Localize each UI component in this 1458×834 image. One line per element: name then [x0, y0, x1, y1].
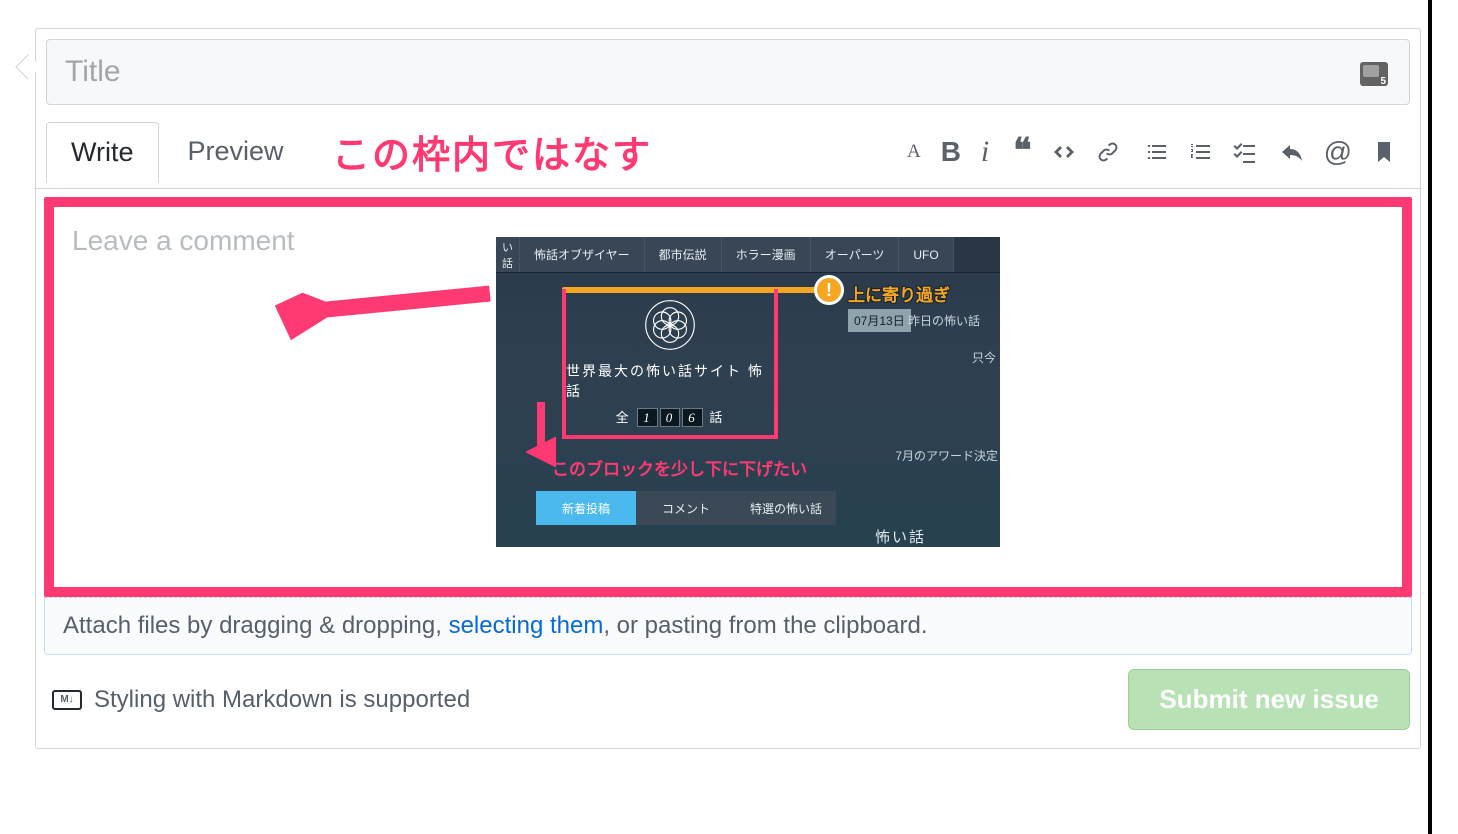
mention-icon[interactable]: @ [1324, 136, 1352, 168]
title-row [36, 29, 1420, 115]
select-files-link[interactable]: selecting them [449, 612, 604, 639]
attach-text-post: , or pasting from the clipboard. [603, 612, 927, 639]
toolbar: A B i ❝ @ [907, 135, 1396, 169]
markdown-icon: M↓ [52, 690, 82, 710]
warning-badge-icon: ! [814, 275, 844, 305]
tabs-bar: Write Preview この枠内ではなす A B i ❝ @ [36, 115, 1420, 189]
attach-text-pre: Attach files by dragging & dropping, [63, 612, 449, 639]
unordered-list-icon[interactable] [1144, 140, 1168, 164]
embedded-footer-label: 怖い話 [875, 526, 926, 547]
title-input[interactable] [46, 39, 1410, 105]
orange-label: 上に寄り過ぎ [848, 281, 950, 306]
tab-write[interactable]: Write [46, 122, 159, 183]
italic-icon[interactable]: i [981, 135, 989, 169]
center-block: 世界最大の怖い話サイト 怖話 全 106 話 [562, 289, 778, 439]
date-text: 昨日の怖い話 [908, 312, 980, 329]
tab-preview[interactable]: Preview [163, 121, 309, 182]
embedded-nav: い話 怖話オブザイヤー 都市伝説 ホラー漫画 オーパーツ UFO [496, 237, 1000, 273]
embedded-tab: コメント [636, 491, 736, 525]
code-icon[interactable] [1052, 140, 1076, 164]
markdown-text: Styling with Markdown is supported [94, 686, 470, 714]
embedded-tab: 特選の怖い話 [736, 491, 836, 525]
link-icon[interactable] [1096, 140, 1120, 164]
bookmark-icon[interactable] [1372, 140, 1396, 164]
bottom-row: M↓ Styling with Markdown is supported Su… [36, 655, 1420, 748]
annotation-top: この枠内ではなす [332, 124, 652, 179]
pink-caption: このブロックを少し下に下げたい [552, 455, 807, 480]
markdown-note[interactable]: M↓ Styling with Markdown is supported [46, 686, 470, 714]
task-list-icon[interactable] [1232, 140, 1256, 164]
nav-chip: 都市伝説 [645, 237, 722, 272]
extension-icon[interactable] [1360, 62, 1388, 86]
nav-chip: UFO [899, 237, 953, 272]
quote-icon[interactable]: ❝ [1013, 143, 1031, 160]
embedded-tab: 新着投稿 [536, 491, 636, 525]
right-note: 7月のアワード決定 [895, 447, 998, 464]
ordered-list-icon[interactable] [1188, 140, 1212, 164]
nav-chip: 怖話オブザイヤー [520, 237, 645, 272]
embedded-site-title: 世界最大の怖い話サイト 怖話 [566, 361, 774, 401]
embedded-bottom-tabs: 新着投稿 コメント 特選の怖い話 [536, 491, 836, 525]
flower-logo-icon [644, 299, 696, 351]
counter: 全 106 話 [616, 407, 725, 426]
nav-chip: オーパーツ [811, 237, 900, 272]
right-page-divider [1428, 0, 1432, 834]
reply-icon[interactable] [1280, 140, 1304, 164]
embedded-screenshot: い話 怖話オブザイヤー 都市伝説 ホラー漫画 オーパーツ UFO ! 上に寄り過… [496, 237, 1000, 547]
date-chip: 07月13日 [848, 309, 911, 332]
attach-bar[interactable]: Attach files by dragging & dropping, sel… [44, 597, 1412, 655]
heading-icon[interactable]: A [907, 141, 921, 163]
bold-icon[interactable]: B [941, 136, 961, 168]
right-note: 只今 [972, 349, 996, 366]
highlighted-textarea-box[interactable]: Leave a comment い話 怖話オブザイヤー 都市伝説 ホラー漫画 オ… [44, 197, 1412, 597]
issue-form: Write Preview この枠内ではなす A B i ❝ @ [35, 28, 1421, 749]
nav-chip: ホラー漫画 [722, 237, 811, 272]
nav-chip: い話 [496, 237, 520, 272]
comment-area: Leave a comment い話 怖話オブザイヤー 都市伝説 ホラー漫画 オ… [44, 197, 1412, 597]
submit-new-issue-button[interactable]: Submit new issue [1128, 669, 1410, 730]
